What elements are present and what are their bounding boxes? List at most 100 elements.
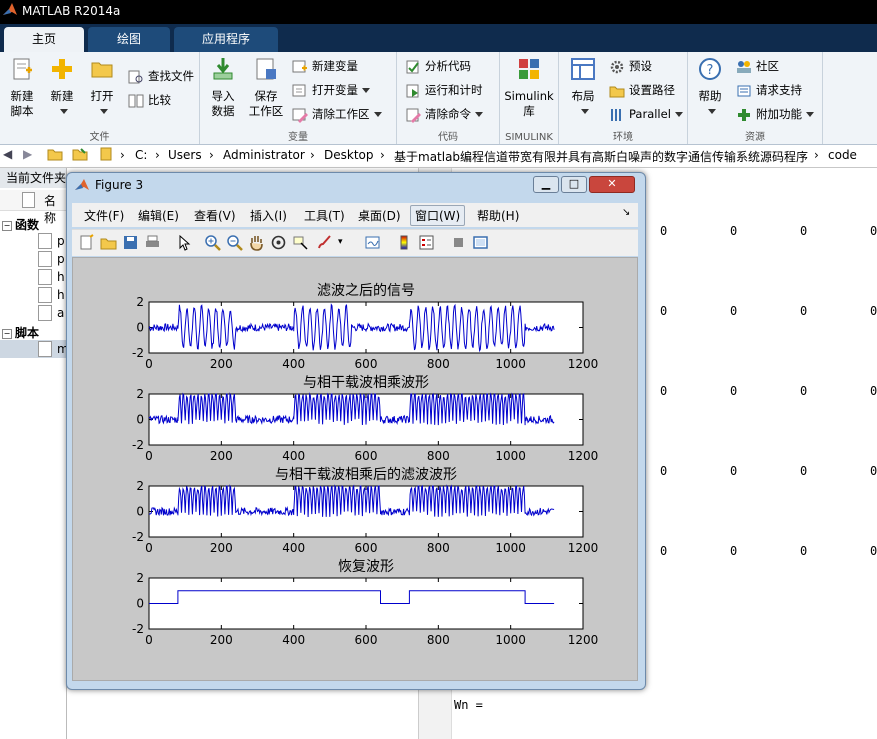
- community-label: 社区: [756, 59, 779, 73]
- brush-icon[interactable]: [316, 234, 333, 251]
- tree-group-scripts[interactable]: − 脚本: [2, 324, 39, 341]
- zoom-out-icon[interactable]: [226, 234, 243, 251]
- colorbar-icon[interactable]: [396, 234, 413, 251]
- back-icon[interactable]: ◀: [3, 147, 12, 161]
- subplot-2[interactable]: 与相干载波相乘波形0 200 400 600 800 1000 120020-2: [132, 375, 598, 463]
- layout-button[interactable]: 布局: [565, 56, 601, 119]
- matrix-value: 0: [660, 544, 668, 558]
- forward-icon[interactable]: ▶: [23, 147, 32, 161]
- x-tick-label: 600: [355, 449, 378, 463]
- menu-file[interactable]: 文件(F): [84, 207, 124, 224]
- find-files-icon: [128, 70, 143, 83]
- new-variable-button[interactable]: 新建变量: [292, 56, 358, 76]
- x-tick-label: 200: [210, 633, 233, 647]
- new-figure-icon[interactable]: [78, 234, 95, 251]
- clear-workspace-button[interactable]: 清除工作区: [292, 104, 382, 124]
- print-icon[interactable]: [144, 234, 161, 251]
- save-icon[interactable]: [122, 234, 139, 251]
- request-support-button[interactable]: 请求支持: [736, 80, 802, 100]
- matrix-value: 0: [870, 384, 877, 398]
- list-item[interactable]: p: [57, 234, 65, 248]
- minimize-button[interactable]: ▁: [533, 176, 559, 193]
- open-variable-button[interactable]: 打开变量: [292, 80, 370, 100]
- help-button[interactable]: ? 帮助: [694, 56, 726, 119]
- menu-insert[interactable]: 插入(I): [250, 207, 287, 224]
- new-script-button[interactable]: 新建 脚本: [4, 56, 40, 119]
- path-separator: ›: [310, 148, 315, 162]
- y-tick-label: -2: [132, 530, 144, 544]
- menu-edit[interactable]: 编辑(E): [138, 207, 179, 224]
- matrix-value: 0: [730, 304, 738, 318]
- list-item[interactable]: h: [57, 270, 65, 284]
- tree-group-functions[interactable]: − 函数: [2, 216, 39, 233]
- pointer-icon[interactable]: [176, 234, 193, 251]
- open-button[interactable]: 打开: [84, 56, 120, 119]
- find-files-button[interactable]: 查找文件: [128, 66, 194, 86]
- tree-group-label: 函数: [15, 218, 40, 232]
- browse-folder-icon[interactable]: [72, 146, 88, 165]
- dock-arrow-icon[interactable]: ↘: [622, 207, 630, 218]
- link-plot-icon[interactable]: [364, 234, 381, 251]
- menu-tools[interactable]: 工具(T): [304, 207, 345, 224]
- path-segment-drive[interactable]: C:: [135, 148, 147, 162]
- figure-window[interactable]: Figure 3 ▁ □ ✕ 文件(F) 编辑(E) 查看(V) 插入(I) 工…: [66, 172, 646, 690]
- open-file-icon[interactable]: [100, 234, 117, 251]
- tab-home[interactable]: 主页: [4, 27, 84, 52]
- chevron-down-icon: [581, 109, 589, 114]
- new-button[interactable]: 新建: [44, 56, 80, 119]
- maximize-button[interactable]: □: [561, 176, 587, 193]
- script-file-icon: [38, 341, 52, 357]
- tab-apps[interactable]: 应用程序: [174, 27, 278, 52]
- menu-desktop[interactable]: 桌面(D): [358, 207, 401, 224]
- data-cursor-icon[interactable]: [292, 234, 309, 251]
- zoom-in-icon[interactable]: [204, 234, 221, 251]
- path-segment-users[interactable]: Users: [168, 148, 202, 162]
- path-segment-administrator[interactable]: Administrator: [223, 148, 305, 162]
- y-tick-label: 2: [136, 387, 144, 401]
- matrix-value: 0: [800, 544, 808, 558]
- path-segment-desktop[interactable]: Desktop: [324, 148, 374, 162]
- path-separator: ›: [155, 148, 160, 162]
- run-and-time-button[interactable]: 运行和计时: [405, 80, 483, 100]
- figure-canvas[interactable]: 滤波之后的信号 0 200 400 600 800 1000 1200 2 0 -2 与相干载波相乘波…: [72, 257, 638, 681]
- save-workspace-button[interactable]: 保存 工作区: [246, 56, 286, 119]
- simulink-library-button[interactable]: Simulink 库: [504, 56, 554, 119]
- show-plot-tools-icon[interactable]: [472, 234, 489, 251]
- name-column-header[interactable]: 名称: [0, 190, 66, 225]
- menu-view[interactable]: 查看(V): [194, 207, 236, 224]
- save-workspace-icon: [256, 58, 276, 80]
- subplot-4[interactable]: 恢复波形0 200 400 600 800 1000 120020-2: [132, 558, 598, 647]
- up-folder-icon[interactable]: [47, 146, 63, 165]
- chevron-down-icon[interactable]: ▾: [338, 237, 355, 254]
- list-item[interactable]: a: [57, 306, 64, 320]
- menu-help[interactable]: 帮助(H): [477, 207, 519, 224]
- menu-window[interactable]: 窗口(W): [410, 205, 466, 226]
- hide-plot-tools-icon[interactable]: [450, 234, 467, 251]
- community-button[interactable]: 社区: [736, 56, 779, 76]
- list-item[interactable]: h: [57, 288, 65, 302]
- simulink-library-icon: [519, 59, 539, 79]
- preferences-button[interactable]: 预设: [609, 56, 652, 76]
- chevron-down-icon: [708, 109, 716, 114]
- import-data-button[interactable]: 导入 数据: [204, 56, 242, 119]
- section-label-environment: 环境: [613, 132, 633, 143]
- path-segment-code[interactable]: code: [828, 148, 857, 162]
- compare-button[interactable]: 比较: [128, 90, 171, 110]
- pan-hand-icon[interactable]: [248, 234, 265, 251]
- subplot-1[interactable]: 滤波之后的信号0 200 400 600 800 1000 120020-2: [132, 283, 598, 371]
- subplot-title: 滤波之后的信号: [317, 283, 415, 299]
- parallel-button[interactable]: Parallel: [609, 104, 683, 124]
- ribbon-tabs: 主页 绘图 应用程序: [0, 24, 877, 52]
- addons-button[interactable]: 附加功能: [736, 104, 814, 124]
- subplot-3[interactable]: 与相干载波相乘后的滤波波形0 200 400 600 800 1000 120020-2: [132, 467, 598, 555]
- rotate-3d-icon[interactable]: [270, 234, 287, 251]
- path-segment-project[interactable]: 基于matlab编程信道带宽有限并具有高斯白噪声的数字通信传输系统源码程序: [394, 148, 808, 165]
- clear-commands-button[interactable]: 清除命令: [405, 104, 483, 124]
- tab-plots[interactable]: 绘图: [88, 27, 170, 52]
- legend-icon[interactable]: [418, 234, 435, 251]
- list-item[interactable]: p: [57, 252, 65, 266]
- set-path-button[interactable]: 设置路径: [609, 80, 675, 100]
- y-tick-label: 0: [136, 597, 144, 611]
- analyze-code-button[interactable]: 分析代码: [405, 56, 471, 76]
- close-button[interactable]: ✕: [589, 176, 635, 193]
